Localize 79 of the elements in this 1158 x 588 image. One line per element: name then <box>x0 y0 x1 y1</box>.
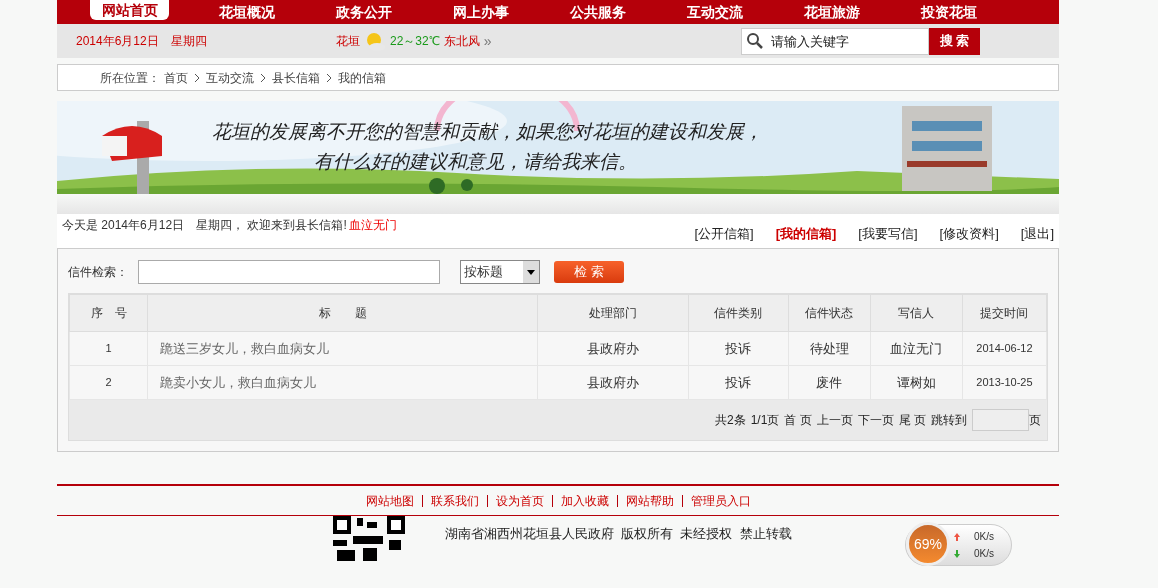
more-link[interactable]: » <box>483 30 492 52</box>
temperature-text: 22～32℃ <box>390 33 440 50</box>
search-button[interactable]: 检 索 <box>554 261 624 283</box>
table-cell: 血泣无门 <box>870 331 963 366</box>
copyright-text: 湖南省湘西州花垣县人民政府 版权所有 未经授权 禁止转载 <box>445 524 792 543</box>
breadcrumb-link[interactable]: 我的信箱 <box>338 68 386 87</box>
up-arrow-icon <box>954 532 960 541</box>
footer-link[interactable]: 联系我们 <box>430 491 479 510</box>
table-cell: 1 <box>69 331 148 366</box>
search-icon <box>746 31 764 50</box>
page-number-field[interactable] <box>972 409 1029 431</box>
mailbox-tab[interactable]: [退出] <box>1020 224 1054 244</box>
username-link[interactable]: 血泣无门 <box>348 216 397 234</box>
banner-text: 花垣的发展离不开您的智慧和贡献，如果您对花垣的建设和发展， <box>212 120 763 144</box>
download-speed: 0K/s <box>974 547 994 561</box>
chevron-icon <box>260 72 266 83</box>
nav-tab[interactable]: 公共服务 <box>558 2 637 22</box>
page-unit-text: 页 <box>1029 412 1041 429</box>
mailbox-tab[interactable]: [修改资料] <box>939 224 999 244</box>
welcome-text: 今天是 2014年6月12日 星期四， 欢迎来到县长信箱! <box>62 217 347 234</box>
column-header: 信件类别 <box>688 294 789 332</box>
column-header: 标 题 <box>147 294 538 332</box>
breadcrumb-link[interactable]: 县长信箱 <box>272 68 320 87</box>
table-cell: 2014-06-12 <box>962 331 1047 366</box>
column-header: 处理部门 <box>537 294 689 332</box>
column-header: 信件状态 <box>788 294 871 332</box>
table-cell: 投诉 <box>688 331 789 366</box>
chevron-icon <box>194 72 200 83</box>
wind-text: 东北风 <box>443 33 480 50</box>
footer-link[interactable]: 设为首页 <box>495 491 544 510</box>
down-arrow-icon <box>954 549 960 558</box>
footer-link[interactable]: 加入收藏 <box>560 491 609 510</box>
mailbox-tab[interactable]: [我的信箱] <box>775 224 837 244</box>
column-header: 提交时间 <box>962 294 1047 332</box>
nav-tab[interactable]: 花垣旅游 <box>792 2 871 22</box>
date-text: 2014年6月12日 星期四 <box>76 33 208 50</box>
pagination-link[interactable]: 上一页 <box>816 411 853 429</box>
letter-title-link[interactable]: 跪送三岁女儿，救白血病女儿 <box>147 331 538 366</box>
table-cell: 2013-10-25 <box>962 365 1047 400</box>
nav-tab[interactable]: 网站首页 <box>90 0 169 20</box>
search-field[interactable]: 请输入关键字 <box>741 27 929 55</box>
jump-label: 跳转到 <box>931 412 967 429</box>
breadcrumb-link[interactable]: 首页 <box>164 68 188 87</box>
nav-tab[interactable]: 投资花垣 <box>909 2 988 22</box>
table-cell: 待处理 <box>788 331 871 366</box>
keyword-field[interactable] <box>138 260 440 284</box>
record-count: 共2条 <box>714 412 746 429</box>
nav-tab[interactable]: 网上办事 <box>441 2 520 22</box>
nav-tab[interactable]: 花垣概况 <box>207 2 286 22</box>
qr-code-icon <box>333 516 405 561</box>
table-cell: 县政府办 <box>537 331 689 366</box>
column-header: 写信人 <box>870 294 963 332</box>
mailbox-tab[interactable]: [公开信箱] <box>694 224 754 244</box>
table-cell: 县政府办 <box>537 365 689 400</box>
chevron-icon <box>326 72 332 83</box>
breadcrumb-label: 所在位置： <box>100 69 160 87</box>
mailbox-tab[interactable]: [我要写信] <box>858 224 918 244</box>
footer-link[interactable]: 网站地图 <box>365 491 414 510</box>
column-header: 序 号 <box>69 294 148 332</box>
page-count: 1/1页 <box>750 412 780 429</box>
pagination-link[interactable]: 首 页 <box>784 411 812 429</box>
footer-link[interactable]: 管理员入口 <box>690 491 751 510</box>
nav-tab[interactable]: 互动交流 <box>675 2 754 22</box>
table-cell: 谭树如 <box>870 365 963 400</box>
city-text: 花垣 <box>336 33 360 50</box>
table-cell: 2 <box>69 365 148 400</box>
banner-text: 有什么好的建议和意见，请给我来信。 <box>313 150 638 174</box>
pagination-link[interactable]: 下一页 <box>857 411 894 429</box>
table-cell: 废件 <box>788 365 871 400</box>
search-label: 信件检索： <box>68 264 128 281</box>
search-type-dropdown[interactable]: 按标题 <box>460 260 540 284</box>
footer-link[interactable]: 网站帮助 <box>625 491 674 510</box>
breadcrumb-link[interactable]: 互动交流 <box>206 68 254 87</box>
nav-tab[interactable]: 政务公开 <box>324 2 403 22</box>
pagination-link[interactable]: 尾 页 <box>898 411 926 429</box>
upload-speed: 0K/s <box>974 530 994 544</box>
letter-title-link[interactable]: 跪卖小女儿，救白血病女儿 <box>147 365 538 400</box>
search-button[interactable]: 搜 索 <box>929 27 980 55</box>
table-cell: 投诉 <box>688 365 789 400</box>
